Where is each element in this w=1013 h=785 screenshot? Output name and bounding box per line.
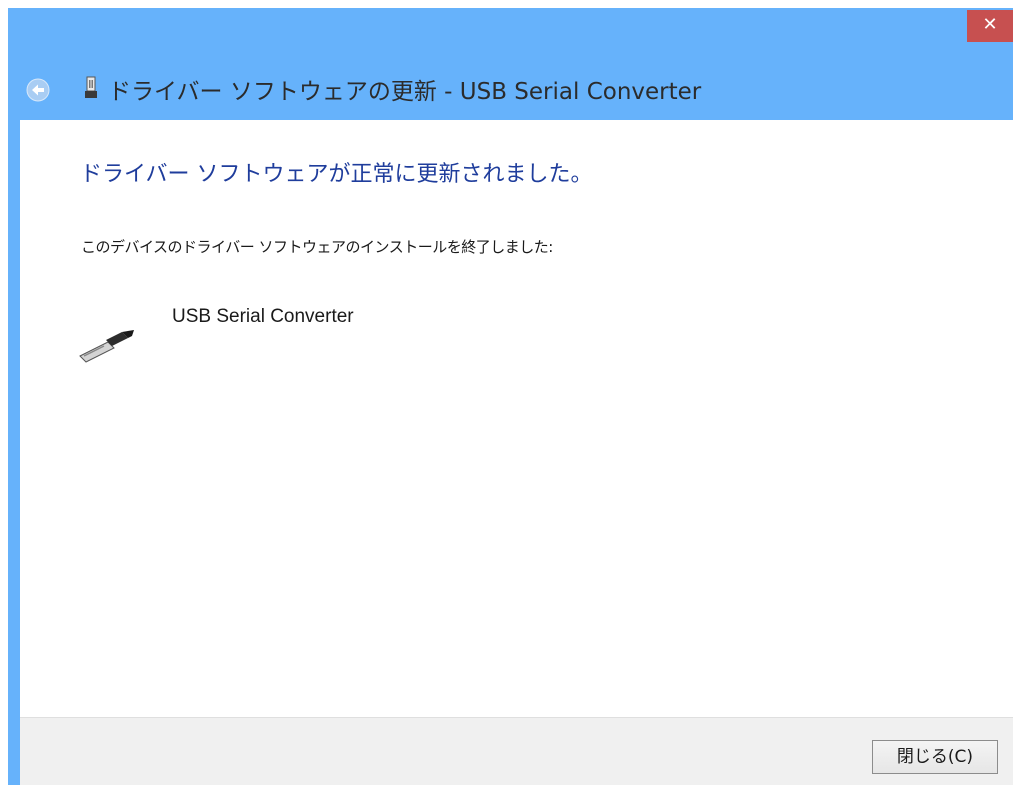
device-name: USB Serial Converter	[172, 306, 354, 327]
usb-device-icon	[84, 76, 98, 100]
content-area: ドライバー ソフトウェアが正常に更新されました。 このデバイスのドライバー ソフ…	[20, 120, 1013, 717]
success-heading: ドライバー ソフトウェアが正常に更新されました。	[80, 162, 593, 187]
usb-connector-icon	[78, 328, 136, 364]
title-bar: ドライバー ソフトウェアの更新 - USB Serial Converter	[8, 66, 948, 110]
window-title: ドライバー ソフトウェアの更新 - USB Serial Converter	[108, 79, 702, 105]
dialog-footer: 閉じる(C)	[20, 717, 1013, 785]
description-text: このデバイスのドライバー ソフトウェアのインストールを終了しました:	[81, 238, 553, 256]
window-close-button[interactable]: ✕	[967, 10, 1013, 42]
dialog-window: ✕ ドライバー ソフトウェアの更新 - USB Serial Converter…	[8, 8, 1013, 785]
back-arrow-icon[interactable]	[26, 78, 50, 102]
close-button[interactable]: 閉じる(C)	[872, 740, 998, 774]
